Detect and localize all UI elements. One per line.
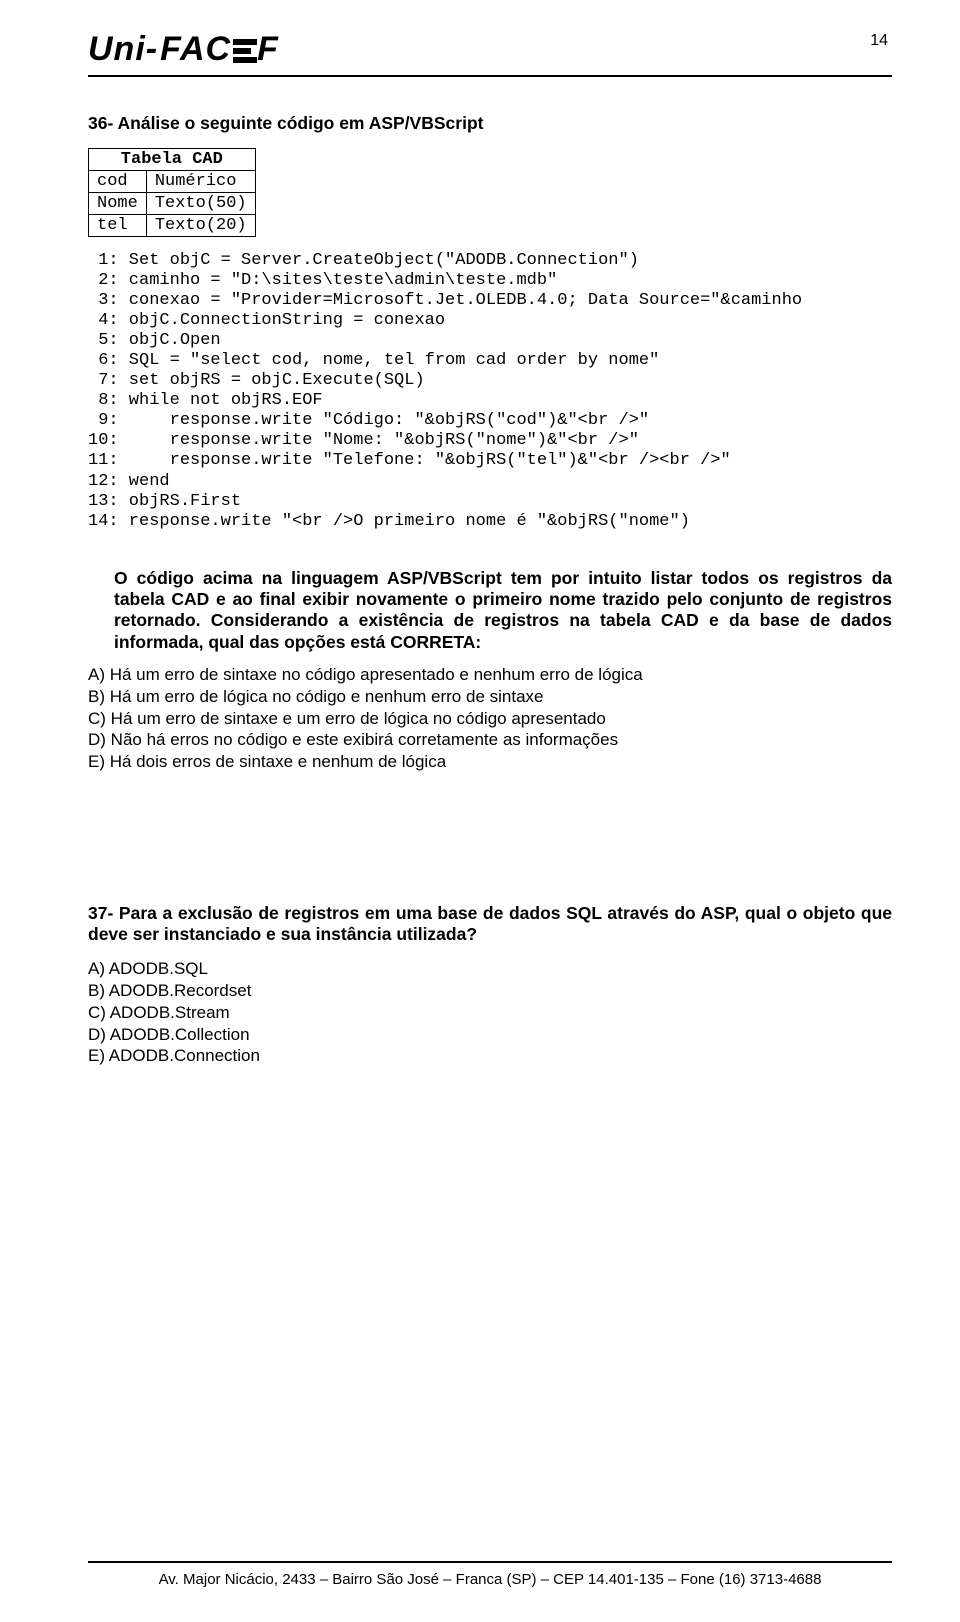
option-b: B) ADODB.Recordset	[88, 981, 892, 1002]
code-line: 1: Set objC = Server.CreateObject("ADODB…	[88, 251, 639, 270]
footer-text: Av. Major Nicácio, 2433 – Bairro São Jos…	[88, 1571, 892, 1588]
divider-bottom	[88, 1561, 892, 1563]
logo-fac: FAC	[160, 30, 231, 69]
table-row: codNumérico	[89, 171, 256, 193]
code-line: 13: objRS.First	[88, 492, 241, 511]
code-line: 10: response.write "Nome: "&objRS("nome"…	[88, 431, 639, 450]
code-line: 6: SQL = "select cod, nome, tel from cad…	[88, 351, 659, 370]
q36-options: A) Há um erro de sintaxe no código apres…	[88, 665, 892, 773]
option-a: A) Há um erro de sintaxe no código apres…	[88, 665, 892, 686]
table-row: telTexto(20)	[89, 215, 256, 237]
option-c: C) ADODB.Stream	[88, 1003, 892, 1024]
option-c: C) Há um erro de sintaxe e um erro de ló…	[88, 709, 892, 730]
q36-description: O código acima na linguagem ASP/VBScript…	[114, 568, 892, 653]
option-b: B) Há um erro de lógica no código e nenh…	[88, 687, 892, 708]
code-line: 14: response.write "<br />O primeiro nom…	[88, 512, 690, 531]
option-d: D) Não há erros no código e este exibirá…	[88, 730, 892, 751]
q37-title: 37- Para a exclusão de registros em uma …	[88, 903, 892, 946]
code-line: 9: response.write "Código: "&objRS("cod"…	[88, 411, 649, 430]
table-row: NomeTexto(50)	[89, 193, 256, 215]
divider-top	[88, 75, 892, 77]
option-d: D) ADODB.Collection	[88, 1025, 892, 1046]
code-line: 4: objC.ConnectionString = conexao	[88, 311, 445, 330]
page-number: 14	[870, 32, 888, 50]
code-line: 2: caminho = "D:\sites\teste\admin\teste…	[88, 271, 557, 290]
option-e: E) Há dois erros de sintaxe e nenhum de …	[88, 752, 892, 773]
q37-options: A) ADODB.SQL B) ADODB.Recordset C) ADODB…	[88, 959, 892, 1067]
q36-title: 36- Análise o seguinte código em ASP/VBS…	[88, 113, 892, 134]
code-line: 12: wend	[88, 472, 170, 491]
code-line: 5: objC.Open	[88, 331, 221, 350]
page-footer: Av. Major Nicácio, 2433 – Bairro São Jos…	[88, 1561, 892, 1588]
logo-f: F	[257, 30, 279, 69]
logo-uni: Uni-	[88, 30, 158, 69]
code-line: 11: response.write "Telefone: "&objRS("t…	[88, 451, 731, 470]
code-line: 8: while not objRS.EOF	[88, 391, 323, 410]
option-e: E) ADODB.Connection	[88, 1046, 892, 1067]
option-a: A) ADODB.SQL	[88, 959, 892, 980]
code-line: 3: conexao = "Provider=Microsoft.Jet.OLE…	[88, 291, 802, 310]
logo-e-icon	[233, 39, 257, 65]
code-line: 7: set objRS = objC.Execute(SQL)	[88, 371, 425, 390]
cad-table-header: Tabela CAD	[89, 149, 256, 171]
code-block: 1: Set objC = Server.CreateObject("ADODB…	[88, 251, 892, 532]
header-logo: Uni-FAC F	[88, 30, 892, 69]
cad-table: Tabela CAD codNumérico NomeTexto(50) tel…	[88, 148, 256, 237]
